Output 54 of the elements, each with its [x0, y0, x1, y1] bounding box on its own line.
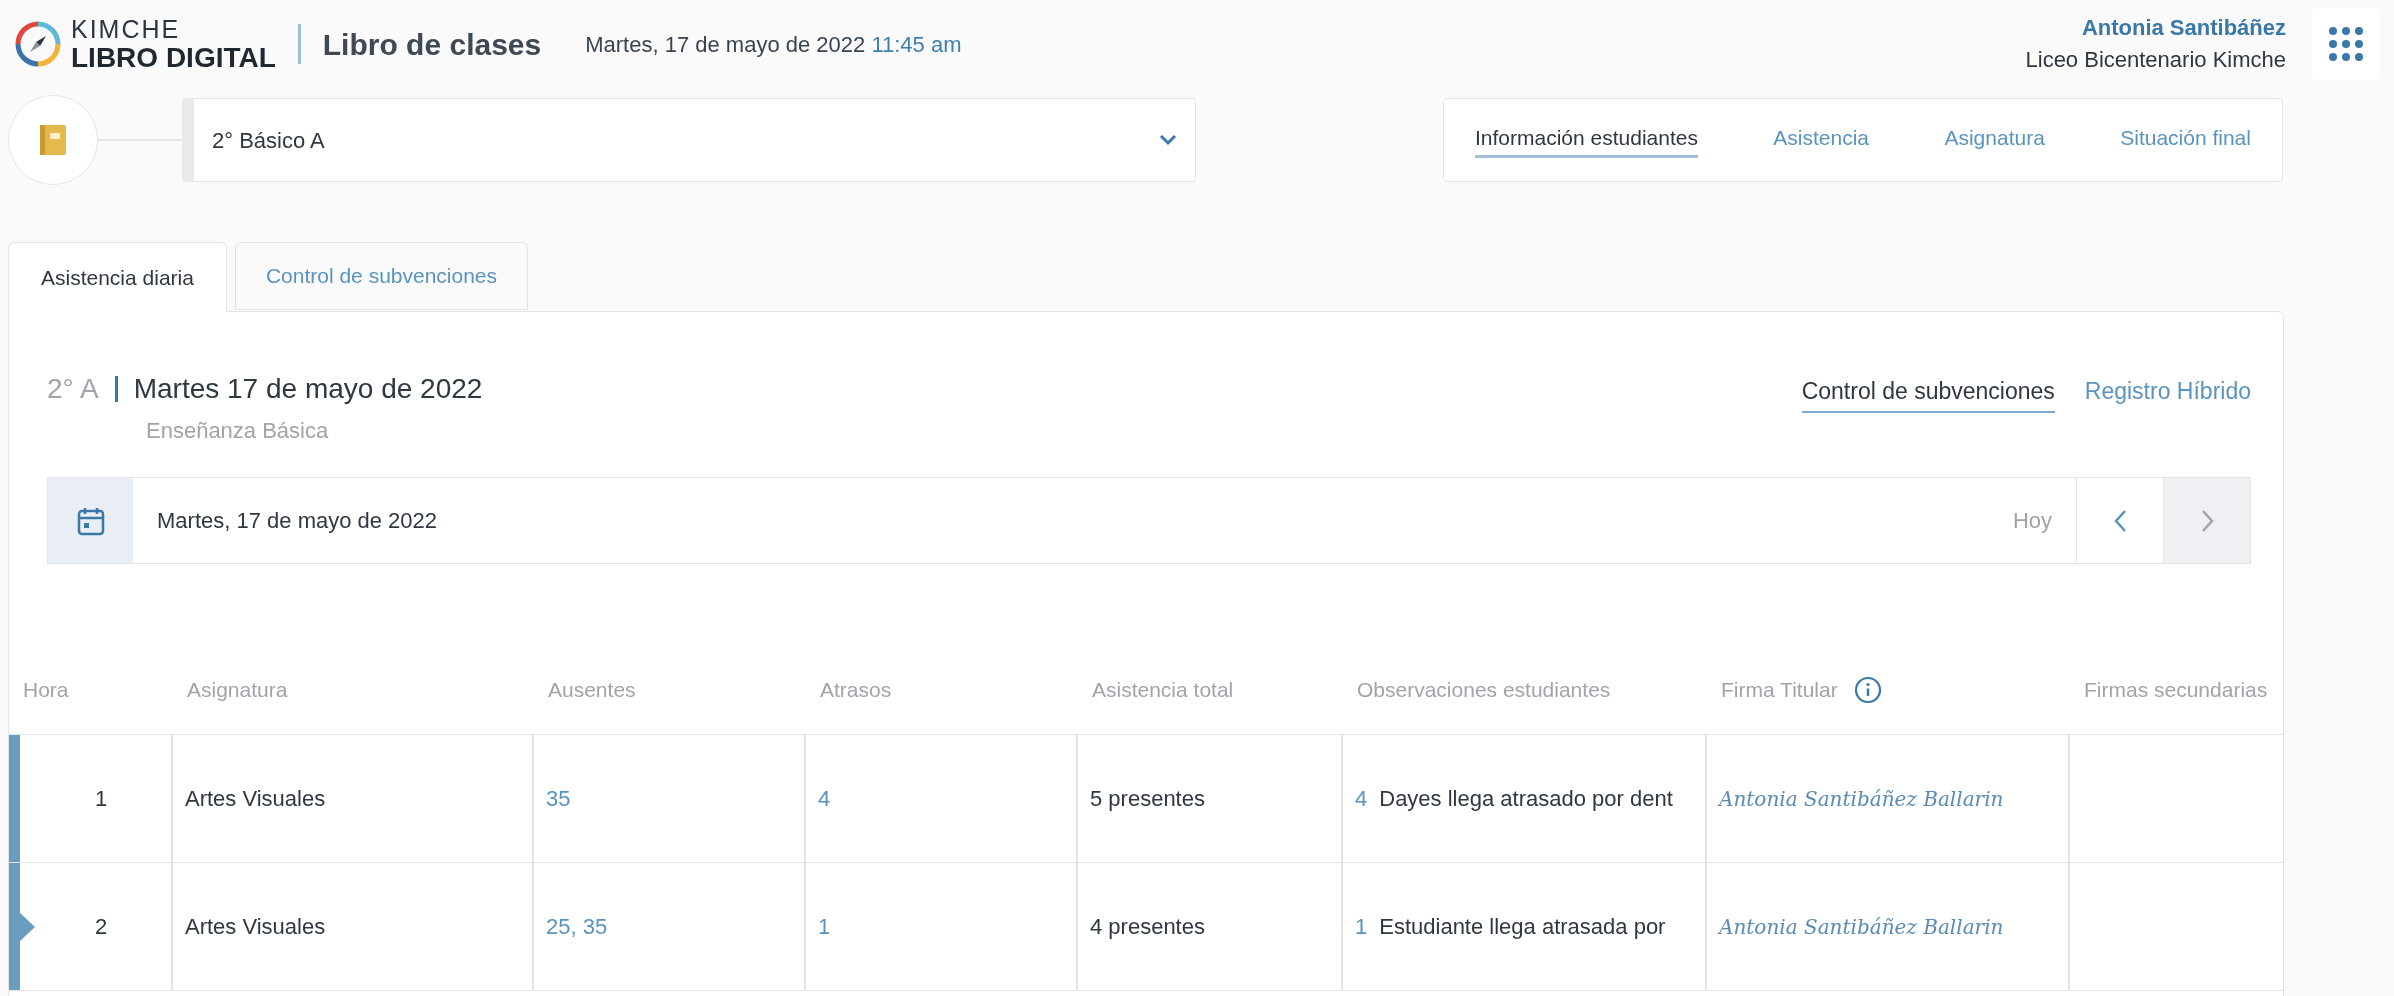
compass-logo-icon [15, 21, 61, 67]
tab[interactable]: Control de subvenciones [234, 242, 529, 310]
table-cell-text: 1 [94, 785, 108, 813]
table-cell-text: 5 presentes [1090, 785, 1205, 813]
today-button[interactable]: Hoy [1988, 478, 2076, 563]
observation-text: Estudiante llega atrasada por [1379, 913, 1666, 941]
nav-link[interactable]: Situación final [2120, 121, 2251, 159]
course-code: 2° A [47, 372, 99, 406]
column-header: Atrasos [820, 677, 892, 704]
course-dropdown[interactable]: 2° Básico A [182, 98, 1196, 182]
school-name: Liceo Bicentenario Kimche [2025, 46, 2286, 74]
nav-link[interactable]: Información estudiantes [1475, 121, 1698, 159]
nav-link[interactable]: Asistencia [1773, 121, 1870, 159]
book-icon [38, 123, 68, 157]
observation-count: 4 [1355, 785, 1368, 813]
observation-count: 1 [1355, 913, 1368, 941]
user-name[interactable]: Antonia Santibáñez [2081, 12, 2286, 44]
late-students-link[interactable]: 4 [818, 782, 831, 815]
table-cell-text: Artes Visuales [185, 785, 326, 813]
view-link[interactable]: Control de subvenciones [1801, 374, 2055, 413]
current-date: Martes, 17 de mayo de 2022 [585, 31, 866, 57]
absent-students-link[interactable]: 35 [546, 782, 571, 815]
observation-text: Dayes llega atrasado por dent [1379, 785, 1673, 813]
signature: Antonia Santibáñez Ballarin [1719, 913, 2004, 941]
column-header: Asistencia total [1092, 677, 1234, 704]
page-title: Libro de clases [322, 26, 542, 63]
chevron-down-icon [1159, 134, 1177, 146]
column-header: Firma Titular [1721, 677, 1838, 704]
table-cell-text: 2 [94, 913, 108, 941]
column-header: Asignatura [187, 677, 288, 704]
signature: Antonia Santibáñez Ballarin [1719, 785, 2004, 813]
absent-students-link[interactable]: 25, 35 [546, 910, 608, 943]
table-cell-text: Artes Visuales [185, 913, 326, 941]
table-cell-text: 4 presentes [1090, 913, 1205, 941]
logo-text: LIBRO DIGITAL [71, 43, 276, 72]
column-header: Firmas secundarias [2084, 677, 2268, 704]
view-link[interactable]: Registro Híbrido [2084, 374, 2251, 413]
selected-date: Martes, 17 de mayo de 2022 [157, 507, 438, 535]
column-header: Hora [23, 677, 69, 704]
current-time: 11:45 am [871, 31, 962, 57]
info-icon[interactable] [1853, 676, 1882, 704]
calendar-icon[interactable] [76, 505, 105, 536]
chevron-right-icon [2199, 508, 2215, 533]
apps-grid-icon [2328, 26, 2364, 62]
late-students-link[interactable]: 1 [818, 910, 831, 943]
tab[interactable]: Asistencia diaria [8, 242, 227, 312]
logo-text: KIMCHE [71, 16, 182, 42]
nav-link[interactable]: Asignatura [1944, 121, 2045, 159]
chevron-left-icon [2112, 508, 2128, 533]
date-heading: Martes 17 de mayo de 2022 [133, 372, 483, 406]
column-header: Ausentes [548, 677, 636, 704]
education-level: Enseñanza Básica [146, 417, 330, 445]
column-header: Observaciones estudiantes [1357, 677, 1611, 704]
apps-menu-button[interactable] [2312, 8, 2380, 80]
